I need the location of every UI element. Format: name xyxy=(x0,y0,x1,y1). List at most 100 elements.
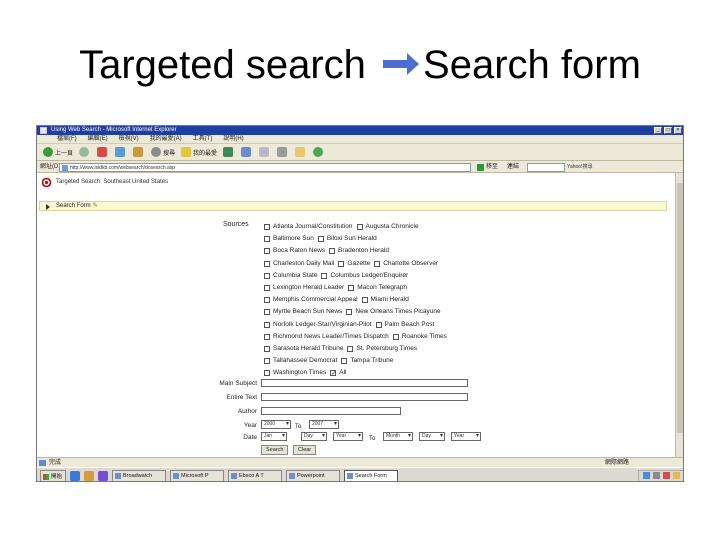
checkbox[interactable] xyxy=(264,224,270,231)
ime-icon[interactable] xyxy=(673,472,680,479)
author-input[interactable] xyxy=(261,407,401,415)
checkbox[interactable] xyxy=(341,358,348,365)
checkbox[interactable] xyxy=(264,345,270,352)
messenger-button[interactable] xyxy=(313,146,325,158)
checkbox[interactable] xyxy=(356,224,363,231)
taskbar-item[interactable]: Powerpoint xyxy=(286,469,341,481)
menu-tools[interactable]: 工具(T) xyxy=(193,135,213,143)
history-button[interactable] xyxy=(241,146,253,158)
source-option[interactable]: Boca Raton News xyxy=(264,245,325,257)
back-button[interactable]: 上一頁 xyxy=(43,146,73,158)
folder-button[interactable] xyxy=(295,146,307,158)
maximize-icon[interactable]: □ xyxy=(664,127,672,134)
source-option[interactable]: Gazette xyxy=(338,258,370,270)
checkbox[interactable] xyxy=(264,236,270,243)
links-label[interactable]: 連結 xyxy=(507,161,519,173)
start-button[interactable]: 開始 xyxy=(40,469,67,481)
source-option[interactable]: Baltimore Sun xyxy=(264,233,314,245)
source-option[interactable]: Myrtle Beach Sun News xyxy=(264,306,342,318)
source-option[interactable]: Augusta Chronicle xyxy=(356,221,419,233)
checkbox[interactable] xyxy=(317,236,324,243)
date-to-day-select[interactable]: Day xyxy=(419,432,445,441)
checkbox[interactable] xyxy=(264,309,270,316)
source-option[interactable]: Palm Beach Post xyxy=(375,319,434,331)
source-option[interactable]: Tallahassee Democrat xyxy=(264,355,337,367)
source-option[interactable]: Atlanta Journal/Constitution xyxy=(264,221,353,233)
date-to-year-select[interactable]: Year xyxy=(451,432,481,441)
desktop-quicklaunch-icon[interactable] xyxy=(84,470,95,481)
close-icon[interactable]: × xyxy=(674,127,682,134)
menu-view[interactable]: 檢視(V) xyxy=(119,135,139,143)
clear-button[interactable]: Clear xyxy=(293,445,317,455)
checkbox[interactable] xyxy=(338,260,345,267)
year-to-select[interactable]: 2007 xyxy=(309,420,339,429)
home-button[interactable] xyxy=(133,146,145,158)
source-option[interactable]: Sarasota Herald Tribune xyxy=(264,343,343,355)
checkbox[interactable] xyxy=(264,285,270,292)
vertical-scrollbar[interactable] xyxy=(675,173,683,457)
main-subject-input[interactable] xyxy=(261,379,468,387)
source-option[interactable]: Miami Herald xyxy=(361,294,409,306)
year-from-select[interactable]: 2000 xyxy=(261,420,291,429)
source-option[interactable]: Lexington Herald Leader xyxy=(264,282,344,294)
toolbar-search-input[interactable] xyxy=(527,163,565,172)
menu-edit[interactable]: 編輯(E) xyxy=(88,135,108,143)
checkbox[interactable] xyxy=(346,309,353,316)
entire-text-input[interactable] xyxy=(261,393,468,401)
taskbar-item-active[interactable]: Search Form xyxy=(344,469,399,481)
source-option[interactable]: Norfolk Ledger-Star/Virginian-Pilot xyxy=(264,319,372,331)
checkbox[interactable] xyxy=(374,260,381,267)
taskbar-item[interactable]: Broadwatch xyxy=(112,469,167,481)
source-option[interactable]: Charleston Daily Mail xyxy=(264,258,334,270)
source-option[interactable]: New Orleans Times Picayune xyxy=(346,306,441,318)
media-quicklaunch-icon[interactable] xyxy=(98,470,109,481)
date-from-year-select[interactable]: Year xyxy=(333,432,363,441)
volume-icon[interactable] xyxy=(653,472,660,479)
checkbox[interactable] xyxy=(329,248,336,255)
source-option[interactable]: Biloxi Sun Herald xyxy=(317,233,377,245)
taskbar-item[interactable]: Ebsco A T xyxy=(228,469,283,481)
source-option[interactable]: Richmond News Leader/Times Dispatch xyxy=(264,331,389,343)
date-from-month-select[interactable]: Jan xyxy=(261,432,287,441)
menu-favorites[interactable]: 我的最愛(A) xyxy=(150,135,182,143)
source-option[interactable]: Columbia State xyxy=(264,270,317,282)
go-button[interactable]: 移至 xyxy=(477,163,498,172)
source-option[interactable]: Columbus Ledger/Enquirer xyxy=(321,270,408,282)
checkbox[interactable] xyxy=(264,321,270,328)
search-toolbar-button[interactable]: 搜尋 xyxy=(151,146,175,158)
stop-button[interactable] xyxy=(97,146,109,158)
checkbox[interactable] xyxy=(264,333,270,340)
source-option[interactable]: Washington Times xyxy=(264,367,326,379)
source-option[interactable]: Roanoke Times xyxy=(392,331,447,343)
toolbar-search-dropdown[interactable]: Yahoo!搜尋 xyxy=(567,163,607,172)
address-input[interactable]: http://www.isidkb.com/websearch/dosearch… xyxy=(59,163,471,172)
checkbox[interactable] xyxy=(264,272,270,279)
checkbox[interactable] xyxy=(361,297,368,304)
checkbox[interactable] xyxy=(348,285,355,292)
checkbox[interactable] xyxy=(264,370,270,377)
section-bar[interactable]: Search Form ✎ xyxy=(39,201,667,211)
checkbox[interactable] xyxy=(264,248,270,255)
checkbox-checked[interactable] xyxy=(330,368,336,381)
minimize-icon[interactable]: _ xyxy=(654,127,662,134)
checkbox[interactable] xyxy=(347,345,354,352)
forward-button[interactable] xyxy=(79,146,91,158)
checkbox[interactable] xyxy=(321,272,328,279)
checkbox[interactable] xyxy=(375,321,382,328)
source-option[interactable]: St. Petersburg Times xyxy=(347,343,417,355)
menu-file[interactable]: 檔案(F) xyxy=(57,135,77,143)
source-option[interactable]: Tampa Tribune xyxy=(341,355,393,367)
antivirus-icon[interactable] xyxy=(663,472,670,479)
date-from-day-select[interactable]: Day xyxy=(301,432,327,441)
checkbox[interactable] xyxy=(264,297,270,304)
taskbar-item[interactable]: Microsoft P xyxy=(170,469,225,481)
search-button[interactable]: Search xyxy=(261,445,289,455)
checkbox[interactable] xyxy=(264,358,270,365)
mail-button[interactable] xyxy=(259,146,271,158)
source-option[interactable]: Bradenton Herald xyxy=(329,245,389,257)
network-icon[interactable] xyxy=(643,472,650,479)
print-button[interactable] xyxy=(277,146,289,158)
source-option[interactable]: Macon Telegraph xyxy=(348,282,407,294)
scrollbar-thumb[interactable] xyxy=(677,183,683,433)
checkbox[interactable] xyxy=(392,333,399,340)
